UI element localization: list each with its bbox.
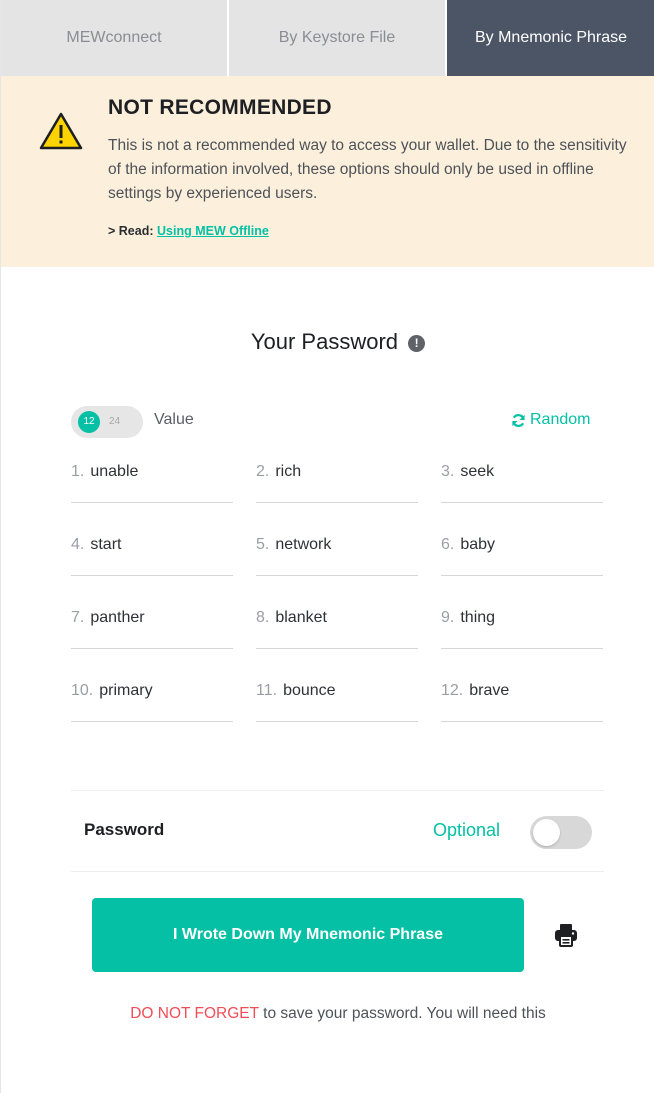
access-method-tabs: MEWconnect By Keystore File By Mnemonic … [1,0,654,76]
word-text: rich [275,463,302,480]
word-text: blanket [275,609,327,626]
info-icon[interactable]: ! [408,335,426,352]
word-text: primary [99,682,153,699]
tab-keystore-file[interactable]: By Keystore File [229,0,447,76]
word-number: 6. [441,536,455,553]
word-text: panther [90,609,145,626]
random-label: Random [530,411,591,428]
mnemonic-title-text: Your Password [250,329,399,354]
using-mew-offline-link[interactable]: Using MEW Offline [157,224,269,238]
mnemonic-section-title: Your Password ! [1,329,654,355]
password-toggle[interactable] [530,816,592,849]
word-number: 12. [441,682,464,699]
mnemonic-word-5: 5. network [256,536,418,576]
word-count-24: 24 [109,416,121,427]
tab-mewconnect[interactable]: MEWconnect [1,0,229,76]
tab-mnemonic-phrase[interactable]: By Mnemonic Phrase [447,0,654,76]
access-wallet-panel: MEWconnect By Keystore File By Mnemonic … [0,0,654,1093]
warning-read-more: > Read: Using MEW Offline [108,224,269,238]
value-label: Value [154,411,194,428]
word-text: network [275,536,332,553]
warning-text: This is not a recommended way to access … [108,137,627,202]
random-button[interactable]: Random [511,411,590,429]
word-number: 3. [441,463,455,480]
mnemonic-word-10: 10. primary [71,682,233,722]
mnemonic-word-1: 1. unable [71,463,233,503]
divider [71,790,604,791]
mnemonic-word-7: 7. panther [71,609,233,649]
word-text: start [90,536,122,553]
word-count-12: 12 [78,411,100,433]
mnemonic-word-2: 2. rich [256,463,418,503]
divider [71,871,604,872]
word-text: seek [460,463,495,480]
mnemonic-word-6: 6. baby [441,536,603,576]
do-not-forget-text: DO NOT FORGET [130,1005,259,1022]
mnemonic-word-8: 8. blanket [256,609,418,649]
word-text: bounce [283,682,336,699]
word-text: thing [460,609,496,626]
word-number: 5. [256,536,270,553]
word-number: 8. [256,609,270,626]
word-text: baby [460,536,496,553]
word-number: 10. [71,682,94,699]
toggle-knob [533,819,560,846]
wrote-down-mnemonic-button[interactable]: I Wrote Down My Mnemonic Phrase [92,898,524,972]
word-number: 7. [71,609,85,626]
refresh-icon [512,413,525,427]
word-number: 9. [441,609,455,626]
word-text: brave [469,682,510,699]
mnemonic-word-12: 12. brave [441,682,603,722]
mnemonic-word-3: 3. seek [441,463,603,503]
word-count-switch[interactable]: 12 24 [71,406,143,438]
word-number: 4. [71,536,85,553]
word-text: unable [90,463,139,480]
mnemonic-word-9: 9. thing [441,609,603,649]
warning-title: NOT RECOMMENDED [108,96,332,119]
word-number: 2. [256,463,270,480]
printer-icon[interactable] [553,922,579,948]
password-label: Password [84,820,165,839]
mnemonic-word-11: 11. bounce [256,682,418,722]
save-password-reminder: DO NOT FORGET to save your password. You… [1,1005,654,1023]
optional-label: Optional [433,820,501,840]
word-number: 1. [71,463,85,480]
word-number: 11. [256,682,278,699]
reminder-text: to save your password. You will need thi… [258,1005,546,1022]
mnemonic-word-4: 4. start [71,536,233,576]
read-prefix: > Read: [108,224,154,238]
warning-triangle-icon [39,112,83,150]
